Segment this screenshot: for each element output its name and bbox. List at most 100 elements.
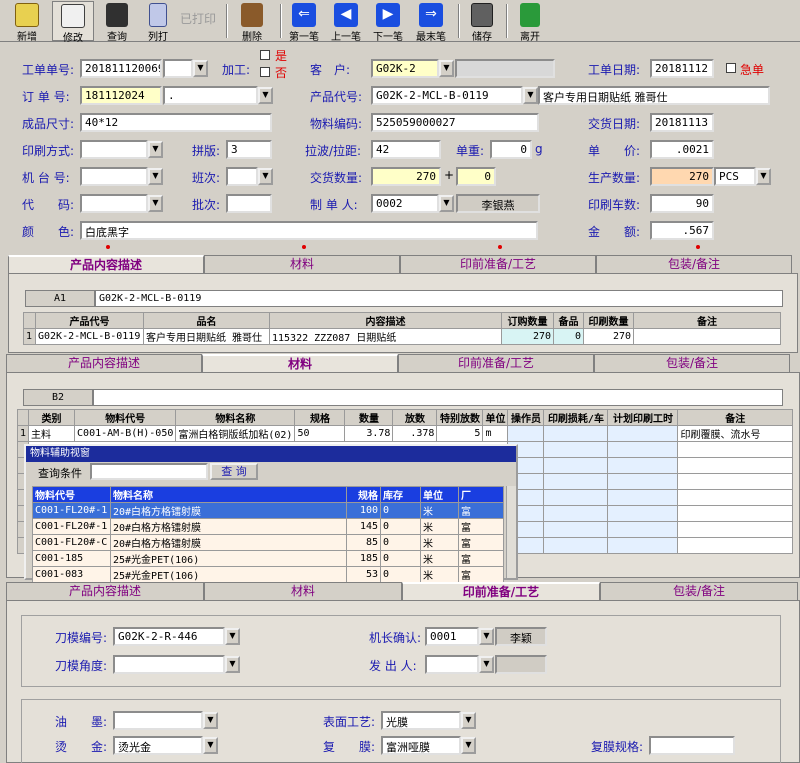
printed-button[interactable]: 已打印 [176, 1, 220, 41]
grid-cell[interactable]: 印刷覆膜、流水号 [677, 425, 793, 442]
tab-prepress[interactable]: 印前准备/工艺 [400, 255, 596, 273]
list-cell[interactable]: 185 [346, 550, 381, 567]
customer-field[interactable]: G02K-2 [371, 59, 439, 78]
maker-field[interactable]: 0002 [371, 194, 439, 213]
grid-cell[interactable] [543, 425, 609, 442]
laminate-spec-field[interactable] [649, 736, 735, 755]
edit-button[interactable]: 修改 [52, 1, 94, 44]
list-cell[interactable]: 20#白格方格镭射膜 [110, 534, 347, 551]
list-cell[interactable]: 0 [380, 502, 421, 519]
exit-button[interactable]: 离开 [510, 1, 550, 43]
amount-field[interactable]: .567 [650, 221, 714, 240]
prod-qty-field[interactable]: 270 [650, 167, 714, 186]
cell-value[interactable] [93, 389, 783, 406]
batch-field[interactable] [226, 194, 272, 213]
list-cell[interactable]: 25#光金PET(106) [110, 550, 347, 567]
list-print-button[interactable]: 列打 [140, 1, 176, 43]
order-sub-field[interactable]: . [163, 86, 258, 105]
list-cell[interactable]: 25#光金PET(106) [110, 566, 347, 583]
vertical-scrollbar[interactable] [506, 486, 516, 578]
save-button[interactable]: 储存 [462, 1, 502, 43]
list-cell[interactable]: C001-FL20#-1 [32, 518, 111, 535]
chevron-down-icon[interactable]: ▼ [203, 737, 218, 754]
die-angle-field[interactable] [113, 655, 225, 674]
grid-cell[interactable]: 5 [436, 425, 484, 442]
chevron-down-icon[interactable]: ▼ [461, 712, 476, 729]
grid-cell[interactable]: 0 [553, 328, 584, 345]
list-header[interactable]: 规格 [346, 486, 381, 503]
list-cell[interactable]: 米 [420, 534, 459, 551]
tab-material[interactable]: 材料 [204, 255, 400, 273]
delete-button[interactable]: 删除 [232, 1, 272, 43]
tab-material[interactable]: 材料 [204, 582, 402, 600]
list-item[interactable]: C001-FL20#-1 20#白格方格镭射膜 145 0 米富 [32, 518, 504, 535]
qty-field[interactable]: 270 [371, 167, 441, 186]
list-cell[interactable]: 富 [458, 566, 504, 583]
work-no-combo[interactable] [163, 59, 193, 78]
chevron-down-icon[interactable]: ▼ [148, 195, 163, 212]
list-cell[interactable]: 米 [420, 550, 459, 567]
grid-cell[interactable]: C001-AM-B(H)-050 [74, 425, 177, 442]
table-row[interactable]: 1 G02K-2-MCL-B-0119 客户专用日期贴纸 雅哥仕 115322 … [23, 328, 781, 345]
list-cell[interactable]: 20#白格方格镭射膜 [110, 518, 347, 535]
list-cell[interactable]: 20#白格方格镭射膜 [110, 502, 347, 519]
chevron-down-icon[interactable]: ▼ [756, 168, 771, 185]
list-cell[interactable]: 53 [346, 566, 381, 583]
grid-cell[interactable]: G02K-2-MCL-B-0119 [35, 328, 144, 345]
list-cell[interactable]: 0 [380, 550, 421, 567]
chevron-down-icon[interactable]: ▼ [479, 628, 494, 645]
list-header[interactable]: 单位 [420, 486, 459, 503]
tab-material[interactable]: 材料 [202, 354, 398, 372]
list-cell[interactable]: 100 [346, 502, 381, 519]
delivery-date-field[interactable]: 20181113 [650, 113, 714, 132]
tab-product-desc[interactable]: 产品内容描述 [6, 582, 204, 600]
pull-field[interactable]: 42 [371, 140, 441, 159]
price-field[interactable]: .0021 [650, 140, 714, 159]
chevron-down-icon[interactable]: ▼ [439, 195, 454, 212]
table-row[interactable]: 1 主料 C001-AM-B(H)-050 富洲白格铜版纸加粘(02) 50 3… [16, 425, 793, 442]
work-no-field[interactable]: 201811120069 [80, 59, 162, 78]
oil-field[interactable] [113, 711, 203, 730]
chevron-down-icon[interactable]: ▼ [258, 168, 273, 185]
print-count-field[interactable]: 90 [650, 194, 714, 213]
list-cell[interactable]: C001-FL20#-C [32, 534, 111, 551]
list-cell[interactable]: 米 [420, 502, 459, 519]
size-field[interactable]: 40*12 [80, 113, 272, 132]
die-no-field[interactable]: G02K-2-R-446 [113, 627, 225, 646]
list-item[interactable]: C001-185 25#光金PET(106) 185 0 米富 [32, 550, 504, 567]
chevron-down-icon[interactable]: ▼ [193, 60, 208, 77]
cell-value[interactable]: G02K-2-MCL-B-0119 [95, 290, 783, 307]
captain-field[interactable]: 0001 [425, 627, 479, 646]
list-cell[interactable]: 85 [346, 534, 381, 551]
hot-field[interactable]: 烫光金 [113, 736, 203, 755]
list-header[interactable]: 物料名称 [110, 486, 347, 503]
list-header[interactable]: 库存 [380, 486, 421, 503]
list-cell[interactable]: C001-083 [32, 566, 111, 583]
grid-cell[interactable]: 270 [501, 328, 554, 345]
last-record-button[interactable]: ⇒ 最末笔 [410, 1, 452, 43]
chevron-down-icon[interactable]: ▼ [148, 141, 163, 158]
list-cell[interactable]: 富 [458, 518, 504, 535]
laminate-field[interactable]: 富洲哑膜 [381, 736, 461, 755]
tab-product-desc[interactable]: 产品内容描述 [8, 255, 204, 273]
surface-field[interactable]: 光膜 [381, 711, 461, 730]
chevron-down-icon[interactable]: ▼ [523, 87, 538, 104]
list-cell[interactable]: 米 [420, 518, 459, 535]
grid-cell[interactable]: 客户专用日期贴纸 雅哥仕 [143, 328, 270, 345]
grid-cell[interactable] [507, 425, 545, 442]
list-header[interactable]: 物料代号 [32, 486, 111, 503]
shift-field[interactable] [226, 167, 258, 186]
chevron-down-icon[interactable]: ▼ [225, 656, 240, 673]
product-code-field[interactable]: G02K-2-MCL-B-0119 [371, 86, 523, 105]
list-cell[interactable]: 145 [346, 518, 381, 535]
grid-cell[interactable]: 3.78 [344, 425, 394, 442]
list-cell[interactable]: 富 [458, 502, 504, 519]
list-cell[interactable]: 富 [458, 534, 504, 551]
color-field[interactable]: 白底黑字 [80, 221, 538, 240]
machine-field[interactable] [80, 167, 148, 186]
list-item[interactable]: C001-FL20#-C 20#白格方格镭射膜 85 0 米富 [32, 534, 504, 551]
grid-cell[interactable]: 富洲白格铜版纸加粘(02) [175, 425, 296, 442]
print-method-field[interactable] [80, 140, 148, 159]
list-cell[interactable]: 0 [380, 566, 421, 583]
chevron-down-icon[interactable]: ▼ [461, 737, 476, 754]
